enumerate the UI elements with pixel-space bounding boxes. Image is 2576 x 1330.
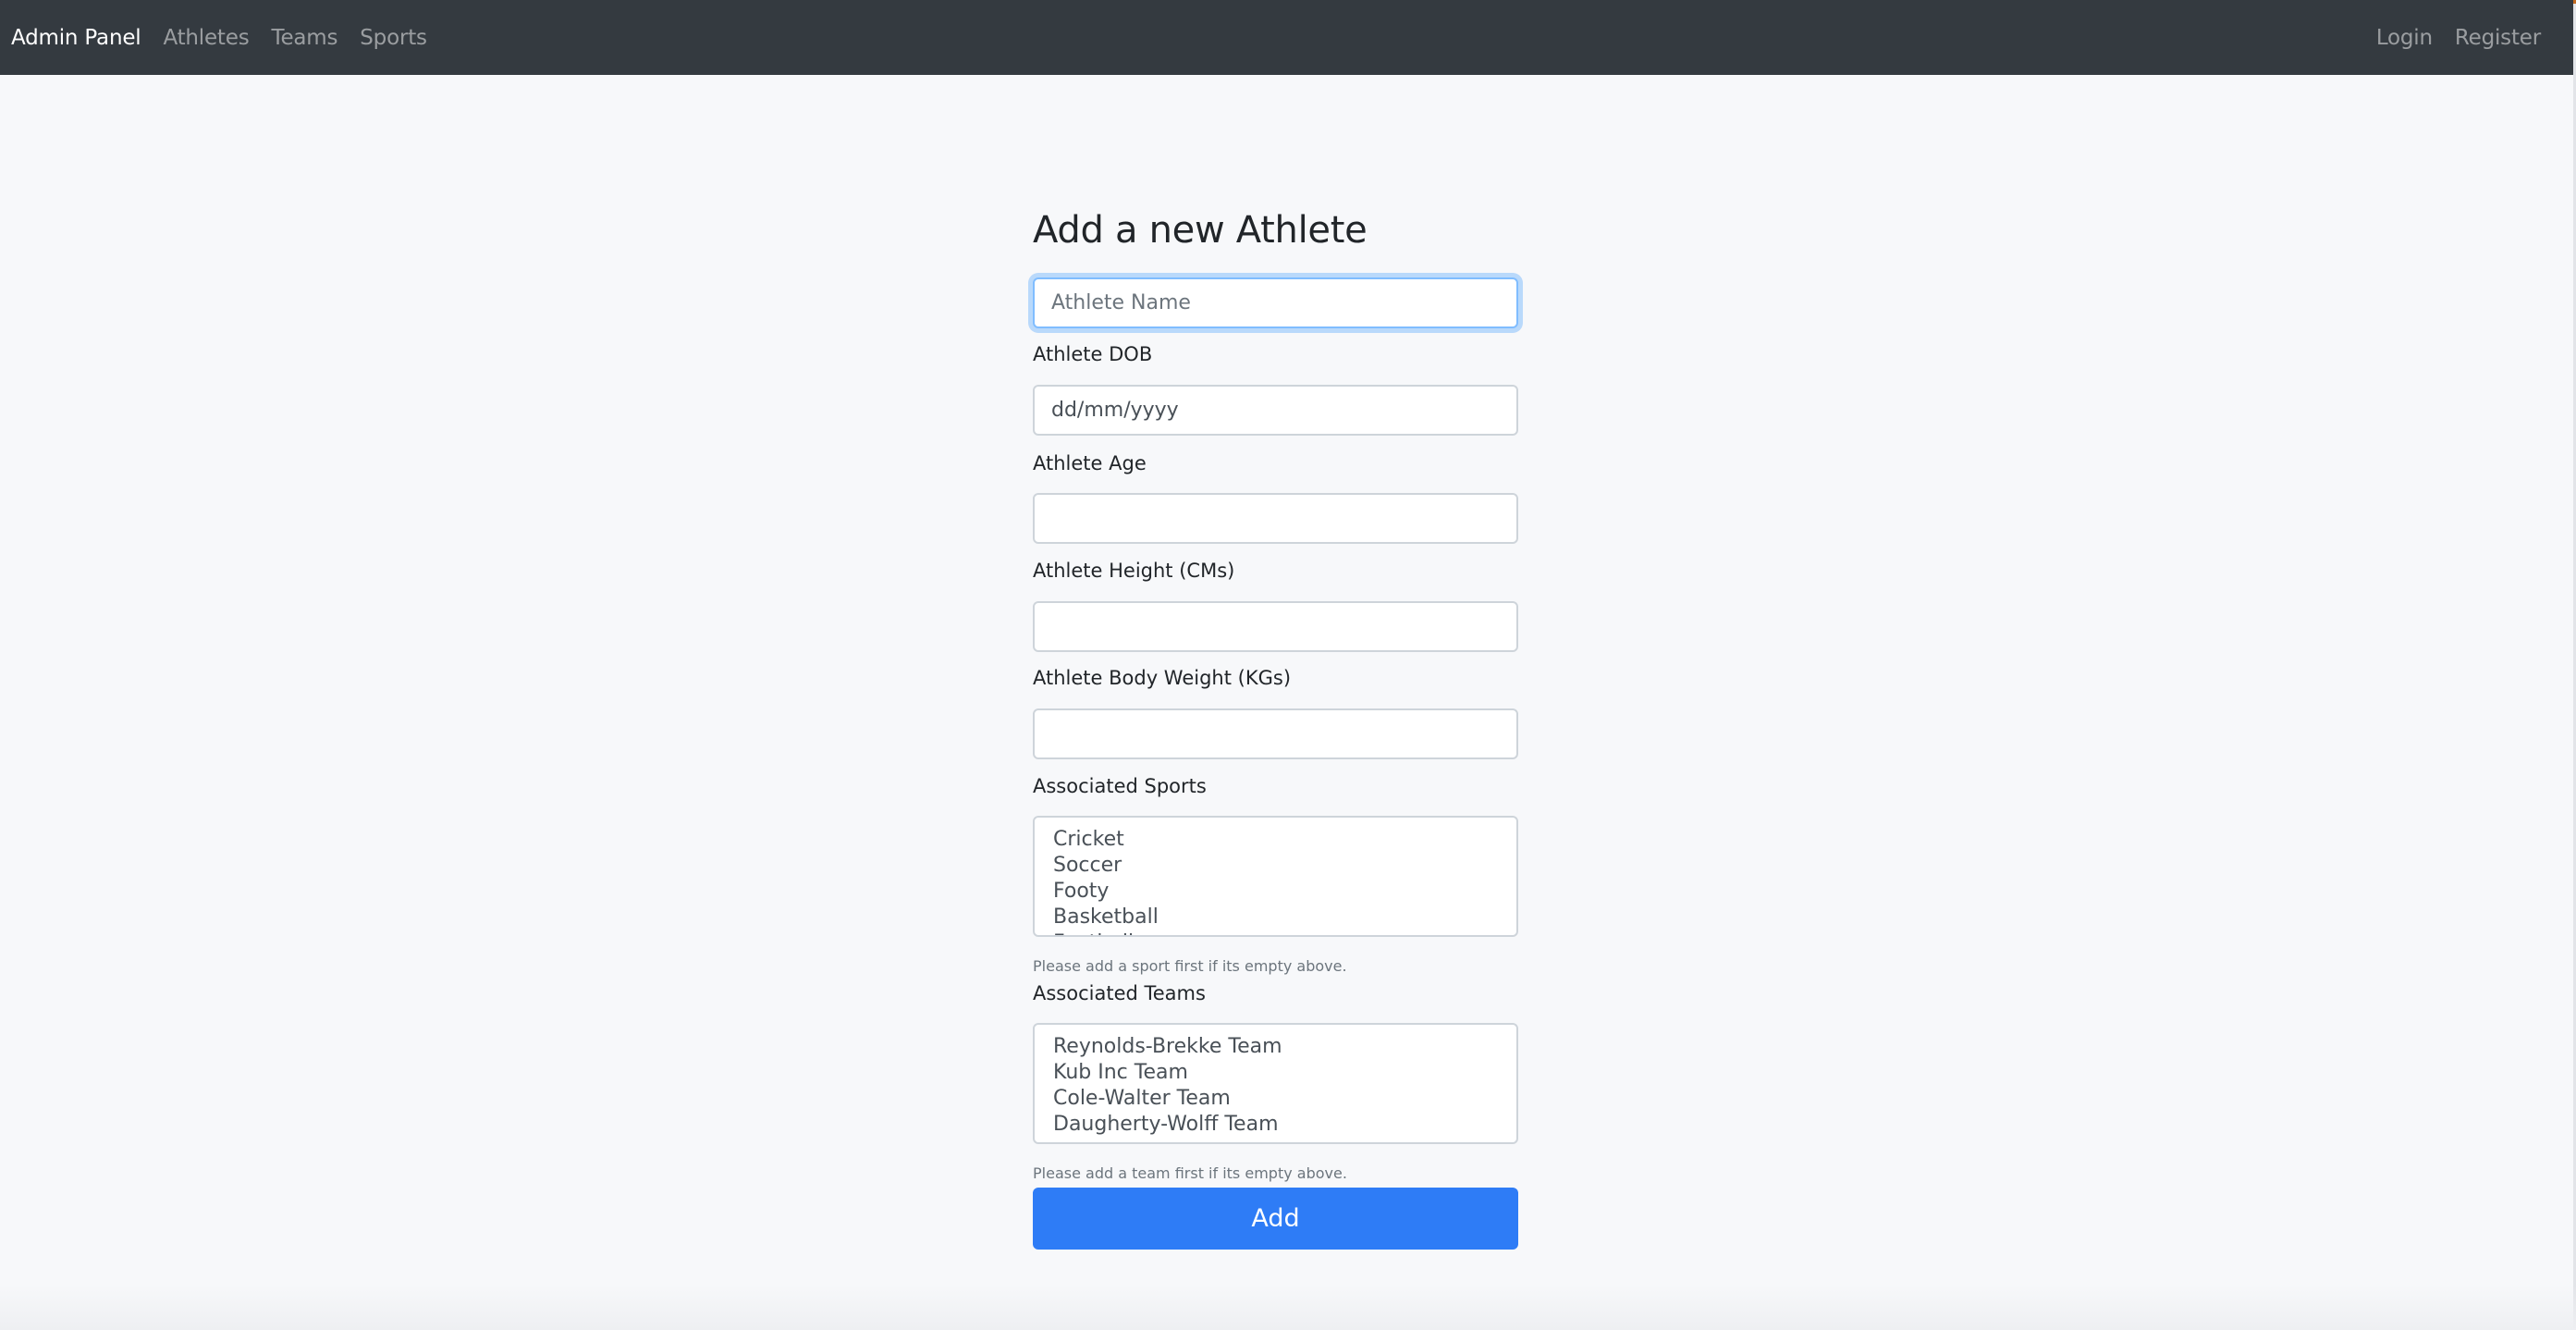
teams-multiselect[interactable]: Reynolds-Brekke Team Kub Inc Team Cole-W… [1033,1023,1518,1144]
teams-label: Associated Teams [1033,982,1206,1004]
dob-format-text: dd/mm/yyyy [1051,399,1179,422]
team-option[interactable]: Cole-Walter Team [1035,1086,1516,1112]
nav-link-register[interactable]: Register [2455,26,2541,50]
navbar: Admin Panel Athletes Teams Sports Login … [0,0,2576,75]
bottom-shade [0,1284,2576,1330]
nav-link-sports[interactable]: Sports [360,26,427,50]
sport-option[interactable]: Football [1035,930,1516,935]
team-option[interactable]: Kub Inc Team [1035,1060,1516,1086]
teams-help-text: Please add a team first if its empty abo… [1033,1164,1347,1182]
sport-option[interactable]: Footy [1035,879,1516,905]
athlete-dob-input[interactable]: dd/mm/yyyy [1033,385,1518,436]
team-option-partial[interactable] [1035,1138,1516,1142]
sport-option[interactable]: Cricket [1035,827,1516,853]
sports-label: Associated Sports [1033,775,1207,797]
athlete-name-input[interactable] [1033,277,1518,328]
nav-link-teams[interactable]: Teams [272,26,338,50]
weight-label: Athlete Body Weight (KGs) [1033,667,1292,689]
athlete-age-input[interactable] [1033,493,1518,544]
nav-link-login[interactable]: Login [2376,26,2433,50]
team-option[interactable]: Daugherty-Wolff Team [1035,1112,1516,1138]
sports-multiselect[interactable]: Cricket Soccer Footy Basketball Football [1033,816,1518,937]
nav-right: Login Register [2354,26,2565,50]
athlete-weight-input[interactable] [1033,708,1518,759]
athlete-height-input[interactable] [1033,601,1518,652]
height-label: Athlete Height (CMs) [1033,560,1235,582]
sports-help-text: Please add a sport first if its empty ab… [1033,957,1347,975]
nav-link-athletes[interactable]: Athletes [163,26,249,50]
page-title: Add a new Athlete [1033,209,1368,252]
dob-label: Athlete DOB [1033,343,1153,365]
age-label: Athlete Age [1033,452,1147,474]
sport-option[interactable]: Soccer [1035,853,1516,879]
sport-option[interactable]: Basketball [1035,905,1516,930]
team-option[interactable]: Reynolds-Brekke Team [1035,1034,1516,1060]
brand-link[interactable]: Admin Panel [11,26,141,50]
add-button[interactable]: Add [1033,1188,1518,1250]
